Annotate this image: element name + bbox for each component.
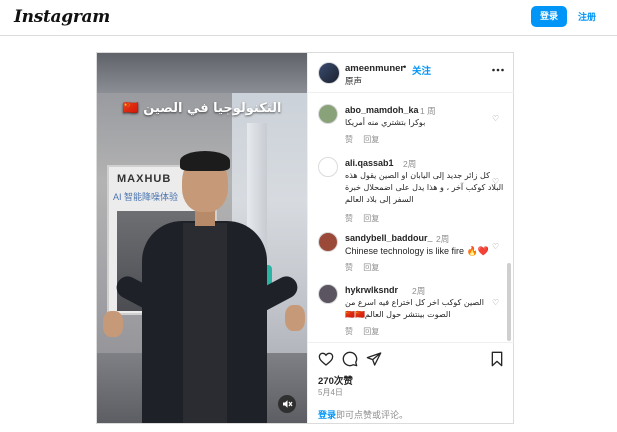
- commenter-username[interactable]: ali.qassab1: [345, 158, 394, 168]
- separator-dot: •: [403, 62, 407, 73]
- post-actions-bar: 270次赞 5月4日 登录即可点赞或评论。: [308, 342, 514, 423]
- booth-sign: MAXHUB: [117, 173, 172, 185]
- commenter-avatar[interactable]: [318, 157, 338, 177]
- comment-reply-button[interactable]: 回复: [363, 327, 379, 336]
- comment-text: بوكرا بتشتري منه أمريكا: [345, 118, 426, 127]
- more-options-icon[interactable]: [491, 63, 505, 80]
- comment-icon[interactable]: [342, 351, 358, 367]
- post-video[interactable]: MAXHUB AI 智能降噪体验 🇨🇳 التكنولوجيا في الصين: [97, 53, 307, 423]
- comment-time: 2周: [403, 159, 417, 169]
- post-card: MAXHUB AI 智能降噪体验 🇨🇳 التكنولوجيا في الصين: [96, 52, 514, 424]
- mute-toggle-button[interactable]: [278, 395, 296, 413]
- bookmark-icon[interactable]: [489, 351, 505, 367]
- comment-time: 2周: [412, 286, 426, 296]
- follow-button[interactable]: 关注: [412, 63, 431, 77]
- comment-time: 2周: [436, 234, 450, 244]
- comments-list[interactable]: abo_mamdoh_ka 1 周 بوكرا بتشتري منه أمريك…: [308, 94, 514, 342]
- heart-icon[interactable]: ♡: [492, 177, 499, 186]
- video-overlay-title: 🇨🇳 التكنولوجيا في الصين: [122, 101, 282, 116]
- comment-time: 1 周: [420, 106, 436, 116]
- comment-like-button[interactable]: 赞: [345, 214, 353, 223]
- comment-reply-button[interactable]: 回复: [363, 135, 379, 144]
- comment-text: كل زائر جديد إلى اليابان او الصين يقول ه…: [345, 171, 504, 204]
- author-avatar[interactable]: [318, 62, 340, 84]
- comment-item: sandybell_baddour_ 2周 Chinese technology…: [308, 232, 508, 272]
- signup-link[interactable]: 注册: [578, 10, 596, 23]
- commenter-username[interactable]: hykrwlksndr: [345, 285, 398, 295]
- ellipsis-icon: [492, 68, 504, 72]
- login-prompt: 登录即可点赞或评论。: [318, 408, 408, 421]
- comment-item: ali.qassab1 2周 كل زائر جديد إلى اليابان …: [308, 157, 508, 227]
- author-username[interactable]: ameenmuner: [345, 63, 404, 74]
- login-prompt-text: 即可点赞或评论。: [336, 410, 409, 420]
- comment-item: hykrwlksndr 2周 الصين كوكب اخر كل اختراع …: [308, 284, 508, 342]
- commenter-avatar[interactable]: [318, 104, 338, 124]
- heart-icon[interactable]: ♡: [492, 242, 499, 251]
- login-button[interactable]: 登录: [531, 6, 567, 27]
- comment-reply-button[interactable]: 回复: [363, 263, 379, 272]
- commenter-username[interactable]: sandybell_baddour_: [345, 233, 433, 243]
- heart-icon[interactable]: ♡: [492, 298, 499, 307]
- comment-like-button[interactable]: 赞: [345, 327, 353, 336]
- comment-item: abo_mamdoh_ka 1 周 بوكرا بتشتري منه أمريك…: [308, 104, 508, 144]
- commenter-avatar[interactable]: [318, 232, 338, 252]
- commenter-avatar[interactable]: [318, 284, 338, 304]
- comment-text: Chinese technology is like fire 🔥❤️: [345, 246, 489, 256]
- heart-like-icon[interactable]: [318, 351, 334, 367]
- china-flag-icon: 🇨🇳: [122, 101, 139, 116]
- muted-speaker-icon: [283, 400, 293, 408]
- booth-subtitle: AI 智能降噪体验: [113, 192, 179, 202]
- comments-scrollbar[interactable]: [507, 263, 511, 341]
- comment-reply-button[interactable]: 回复: [363, 214, 379, 223]
- share-send-icon[interactable]: [366, 351, 382, 367]
- post-date[interactable]: 5月4日: [318, 387, 343, 398]
- commenter-username[interactable]: abo_mamdoh_ka: [345, 105, 419, 115]
- post-details-panel: ameenmuner • 关注 原声 abo_mamdoh_ka 1 周 بوك…: [307, 53, 514, 423]
- instagram-logo[interactable]: Instagram: [14, 7, 110, 27]
- comment-like-button[interactable]: 赞: [345, 135, 353, 144]
- post-header: ameenmuner • 关注 原声: [308, 53, 514, 93]
- login-link[interactable]: 登录: [318, 410, 336, 420]
- top-navigation-bar: Instagram 登录 注册: [0, 0, 617, 36]
- audio-label[interactable]: 原声: [345, 75, 362, 87]
- comment-text: الصين كوكب اخر كل اختراع فيه اسرع من الص…: [345, 298, 484, 319]
- like-count[interactable]: 270次赞: [318, 373, 353, 387]
- heart-icon[interactable]: ♡: [492, 114, 499, 123]
- comment-like-button[interactable]: 赞: [345, 263, 353, 272]
